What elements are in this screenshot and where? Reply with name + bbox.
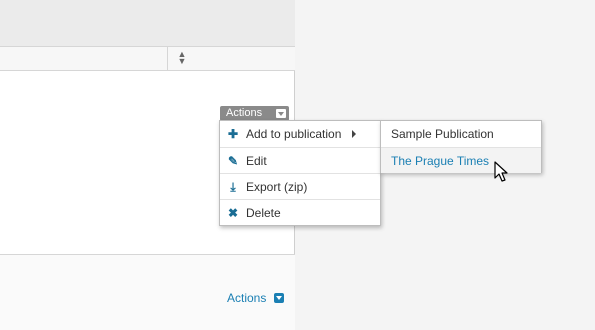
row-actions-button[interactable]: Actions xyxy=(220,106,289,121)
chevron-right-icon xyxy=(352,130,356,138)
pencil-icon: ✎ xyxy=(227,154,239,168)
publication-submenu: Sample Publication The Prague Times xyxy=(380,120,542,173)
footer-actions-link[interactable]: Actions xyxy=(227,290,266,306)
menu-item-add-to-publication[interactable]: ✚ Add to publication xyxy=(220,121,380,147)
submenu-item-label: The Prague Times xyxy=(391,154,490,168)
menu-item-export-zip[interactable]: ⤓ Export (zip) xyxy=(220,173,380,199)
sort-icon[interactable]: ▲ ▼ xyxy=(177,50,187,66)
chevron-down-icon[interactable] xyxy=(274,293,284,303)
submenu-item-label: Sample Publication xyxy=(391,127,494,141)
sort-column-header[interactable]: ▲ ▼ xyxy=(167,47,295,71)
mouse-cursor-icon xyxy=(494,161,508,182)
menu-item-label: Edit xyxy=(246,154,267,168)
download-icon: ⤓ xyxy=(230,180,236,194)
x-icon: ✖ xyxy=(227,206,239,220)
menu-item-label: Export (zip) xyxy=(246,180,308,194)
row-actions-label: Actions xyxy=(226,107,263,119)
menu-item-edit[interactable]: ✎ Edit xyxy=(220,147,380,173)
actions-dropdown-menu: ✚ Add to publication ✎ Edit ⤓ Export (zi… xyxy=(219,120,381,226)
menu-item-label: Add to publication xyxy=(246,127,342,141)
menu-item-delete[interactable]: ✖ Delete xyxy=(220,199,380,225)
plus-icon: ✚ xyxy=(227,127,239,141)
menu-item-label: Delete xyxy=(246,206,281,220)
panel-toolbar xyxy=(0,0,295,47)
chevron-down-icon xyxy=(276,109,286,118)
submenu-item-sample-publication[interactable]: Sample Publication xyxy=(381,121,541,147)
table-header: ▲ ▼ xyxy=(0,47,295,71)
submenu-item-the-prague-times[interactable]: The Prague Times xyxy=(381,147,541,173)
